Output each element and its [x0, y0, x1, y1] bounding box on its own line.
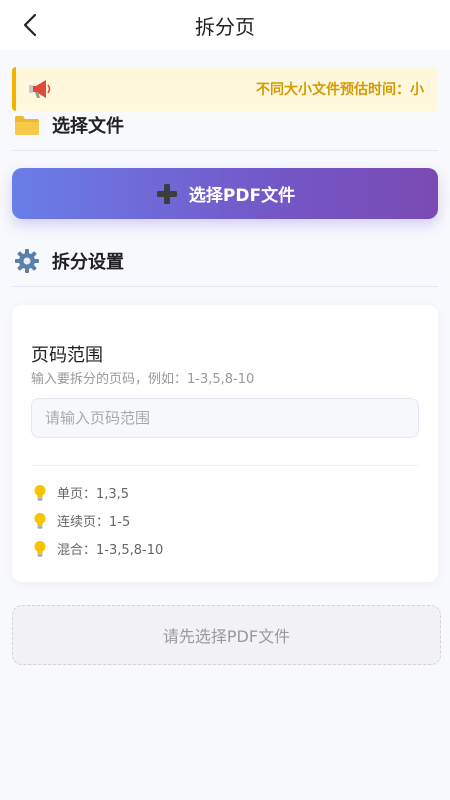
- back-button[interactable]: [16, 10, 44, 40]
- page-range-title: 页码范围: [31, 345, 103, 366]
- lightbulb-icon: [31, 484, 49, 502]
- tip-text: 混合：1-3,5,8-10: [57, 543, 164, 558]
- divider: [12, 150, 438, 151]
- split-button-label: 请先选择PDF文件: [162, 627, 291, 646]
- card-divider: [31, 465, 419, 466]
- folder-icon: [12, 111, 42, 139]
- page-range-card: 页码范围 输入要拆分的页码，例如：1-3,5,8-10 单页：1,3,5 连续页…: [12, 305, 438, 582]
- split-button[interactable]: 请先选择PDF文件: [12, 605, 441, 665]
- tip-item: 混合：1-3,5,8-10: [31, 539, 163, 558]
- select-pdf-label: 选择PDF文件: [188, 186, 296, 206]
- megaphone-icon: [26, 75, 54, 103]
- notice-banner: 不同大小文件预估时间：小: [12, 67, 438, 111]
- top-bar: 拆分页: [0, 0, 450, 50]
- notice-text: 不同大小文件预估时间：小: [256, 82, 424, 98]
- tip-item: 单页：1,3,5: [31, 483, 129, 502]
- gear-icon: [12, 247, 42, 275]
- chevron-left-icon: [23, 13, 37, 37]
- divider: [12, 286, 438, 287]
- lightbulb-icon: [31, 540, 49, 558]
- settings-section-header: 拆分设置: [12, 247, 438, 275]
- plus-icon: [155, 182, 179, 206]
- page-range-hint: 输入要拆分的页码，例如：1-3,5,8-10: [31, 372, 255, 387]
- select-pdf-button[interactable]: 选择PDF文件: [12, 168, 438, 219]
- page-title: 拆分页: [195, 14, 255, 39]
- file-section-header: 选择文件: [12, 111, 438, 139]
- lightbulb-icon: [31, 512, 49, 530]
- tip-item: 连续页：1-5: [31, 511, 130, 530]
- tip-text: 连续页：1-5: [57, 515, 131, 530]
- page-range-input[interactable]: [31, 398, 419, 438]
- settings-section-title: 拆分设置: [52, 252, 124, 273]
- file-section-title: 选择文件: [52, 116, 124, 137]
- tip-text: 单页：1,3,5: [57, 487, 130, 502]
